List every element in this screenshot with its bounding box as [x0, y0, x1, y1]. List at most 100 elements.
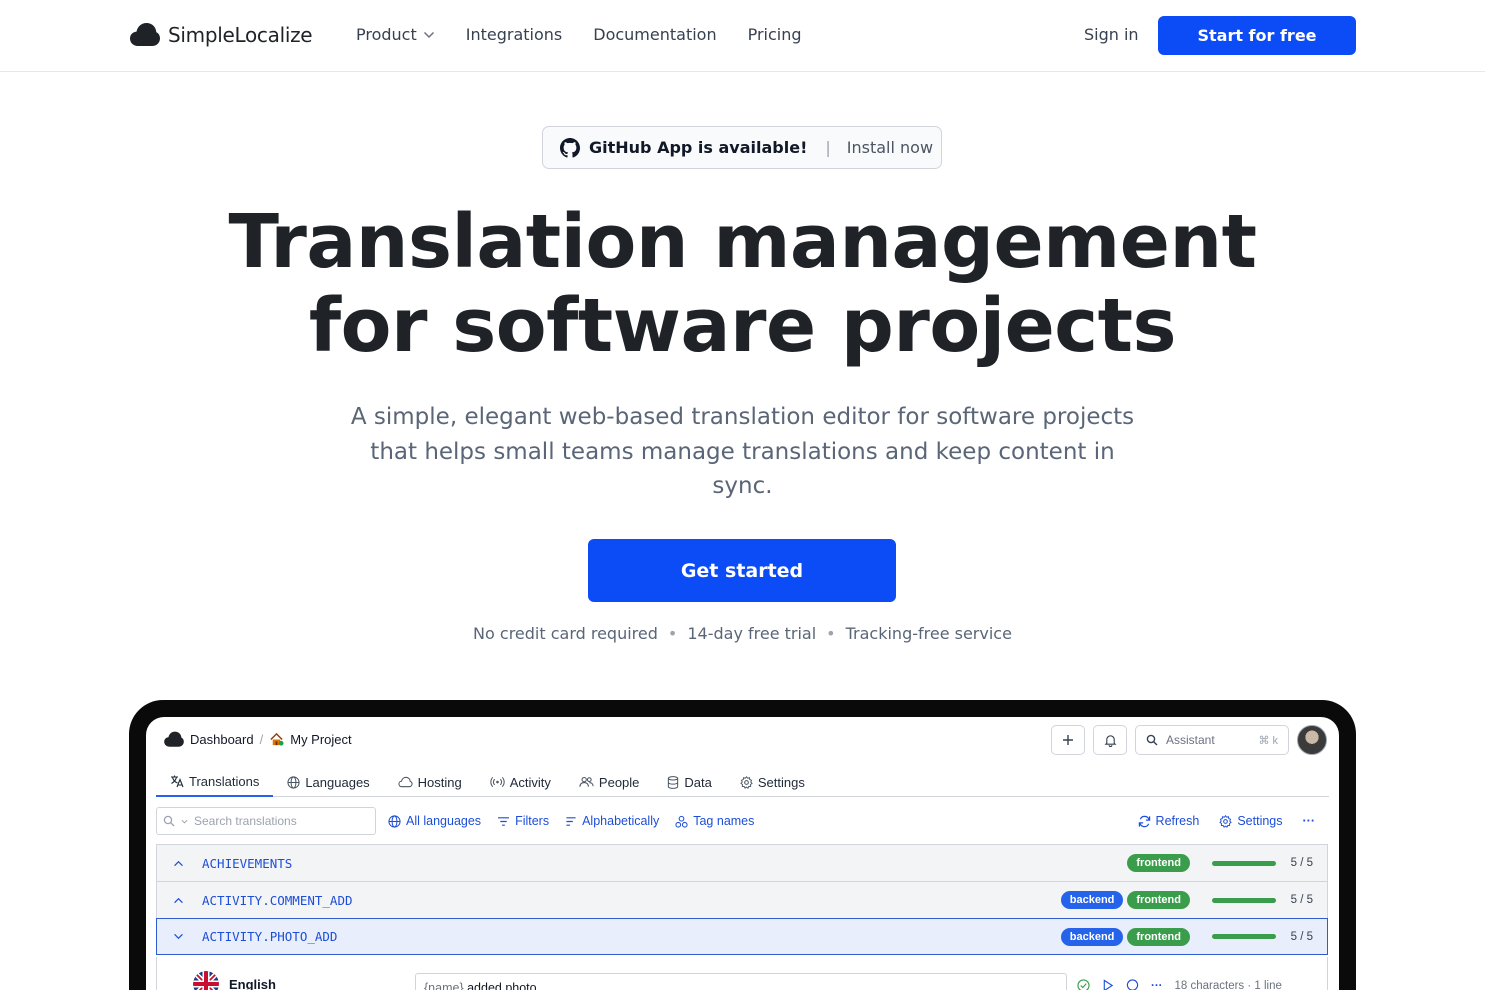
tab-data[interactable]: Data [653, 767, 725, 797]
perk-separator: • [667, 624, 678, 643]
bell-icon [1104, 734, 1116, 747]
translations-toolbar: Search translations All languages Filter… [156, 806, 1329, 836]
github-app-badge[interactable]: GitHub App is available! | Install now [542, 126, 942, 169]
translation-key: ACTIVITY.COMMENT_ADD [202, 892, 353, 908]
user-avatar[interactable] [1297, 725, 1327, 755]
tag-badge: backend [1060, 891, 1124, 909]
table-row-selected[interactable]: ACTIVITY.PHOTO_ADD backend frontend 5 / … [156, 918, 1328, 955]
nav-pricing[interactable]: Pricing [748, 25, 802, 44]
nav-documentation[interactable]: Documentation [593, 25, 716, 44]
more-actions-button[interactable]: ··· [1151, 980, 1163, 990]
sign-in-link[interactable]: Sign in [1084, 25, 1139, 44]
cloud-logo-icon [130, 23, 160, 46]
sort-button[interactable]: Alphabetically [565, 814, 659, 828]
nav-integrations[interactable]: Integrations [466, 25, 563, 44]
chevron-up-icon[interactable] [173, 897, 184, 904]
install-now-link[interactable]: Install now [847, 138, 933, 157]
tab-settings[interactable]: Settings [726, 767, 819, 797]
database-icon [668, 775, 679, 789]
translation-editor-row: English {name} added photo ··· 18 charac… [156, 957, 1328, 990]
tag-names-button[interactable]: Tag names [675, 814, 754, 828]
tag-badge: frontend [1127, 891, 1190, 909]
progress-fill [1212, 897, 1276, 903]
chevron-down-icon[interactable] [173, 933, 184, 940]
table-row[interactable]: ACTIVITY.COMMENT_ADD backend frontend 5 … [156, 881, 1328, 918]
tag-badge: backend [1060, 927, 1124, 946]
get-started-button[interactable]: Get started [588, 539, 896, 602]
tab-activity[interactable]: Activity [476, 767, 565, 797]
chevron-down-icon [181, 819, 188, 823]
gear-icon [1219, 814, 1233, 828]
nav-links: Product Integrations Documentation Prici… [356, 25, 802, 44]
more-options-button[interactable]: ··· [1303, 814, 1316, 828]
settings-button[interactable]: Settings [1219, 814, 1283, 828]
tab-label: Settings [757, 774, 805, 790]
filters-button[interactable]: Filters [497, 814, 549, 828]
logo[interactable]: SimpleLocalize [130, 22, 313, 48]
translation-key: ACHIEVEMENTS [202, 855, 293, 871]
translation-text: added photo [463, 981, 537, 990]
translation-input[interactable]: {name} added photo [415, 973, 1067, 990]
translate-icon [171, 775, 184, 788]
tab-people[interactable]: People [565, 767, 653, 797]
table-row[interactable]: ACHIEVEMENTS frontend 5 / 5 [156, 844, 1328, 881]
add-button[interactable] [1051, 725, 1085, 755]
tab-label: Languages [305, 774, 370, 790]
sort-label: Alphabetically [582, 814, 660, 828]
assistant-search[interactable]: Assistant ⌘ k [1135, 725, 1289, 755]
hero-title-line1: Translation management [228, 199, 1258, 285]
refresh-button[interactable]: Refresh [1138, 814, 1200, 828]
uk-flag-icon [193, 971, 219, 990]
perk-separator: • [826, 624, 836, 643]
tag-badge: frontend [1127, 854, 1190, 872]
all-languages-label: All languages [406, 814, 482, 828]
progress-fill [1212, 934, 1276, 939]
comment-icon[interactable] [1126, 979, 1139, 990]
breadcrumb-dashboard[interactable]: Dashboard [190, 732, 254, 747]
translation-actions: ··· 18 characters · 1 line [1077, 979, 1282, 990]
tag-names-label: Tag names [693, 814, 755, 828]
search-placeholder: Search translations [194, 814, 297, 828]
badge-separator: | [825, 138, 831, 157]
start-for-free-button[interactable]: Start for free [1158, 16, 1356, 55]
tab-hosting[interactable]: Hosting [384, 767, 476, 797]
refresh-label: Refresh [1155, 814, 1200, 828]
toolbar-right: Refresh Settings ··· [1138, 814, 1329, 828]
progress-fill [1212, 860, 1276, 866]
breadcrumb-project[interactable]: My Project [290, 732, 351, 747]
row-meta: backend frontend 5 / 5 [1060, 927, 1327, 946]
tags-icon [675, 815, 688, 828]
chevron-up-icon[interactable] [173, 860, 184, 867]
hero-title-line2: for software projects [308, 283, 1177, 369]
play-icon[interactable] [1102, 979, 1114, 990]
settings-label: Settings [1237, 814, 1283, 828]
broadcast-icon [490, 776, 505, 788]
top-nav: SimpleLocalize Product Integrations Docu… [0, 0, 1485, 72]
search-icon [1146, 734, 1158, 746]
tab-translations[interactable]: Translations [156, 767, 274, 797]
progress-count: 5 / 5 [1290, 894, 1313, 906]
house-icon [270, 732, 284, 746]
assistant-shortcut: ⌘ k [1258, 734, 1278, 747]
nav-product[interactable]: Product [356, 25, 435, 44]
perk-item: Tracking-free service [845, 624, 1012, 643]
language-label: English [193, 971, 276, 990]
sort-icon [566, 816, 576, 826]
people-icon [579, 776, 594, 787]
app-breadcrumb: Dashboard / My Project [164, 731, 352, 748]
filter-icon [498, 816, 510, 826]
cloud-logo-icon [164, 731, 184, 747]
progress-bar [1212, 860, 1276, 866]
tab-label: Data [684, 774, 712, 790]
translation-meta: 18 characters · 1 line [1174, 979, 1282, 990]
row-meta: backend frontend 5 / 5 [1060, 891, 1327, 909]
tab-languages[interactable]: Languages [273, 767, 383, 797]
gear-icon [740, 775, 753, 789]
check-circle-icon[interactable] [1077, 979, 1090, 990]
notifications-button[interactable] [1093, 725, 1127, 755]
all-languages-button[interactable]: All languages [388, 814, 481, 828]
app-top-actions: Assistant ⌘ k [1051, 725, 1327, 755]
search-translations-input[interactable]: Search translations [156, 807, 376, 835]
filters-label: Filters [515, 814, 550, 828]
hero-title: Translation management for software proj… [0, 200, 1485, 368]
